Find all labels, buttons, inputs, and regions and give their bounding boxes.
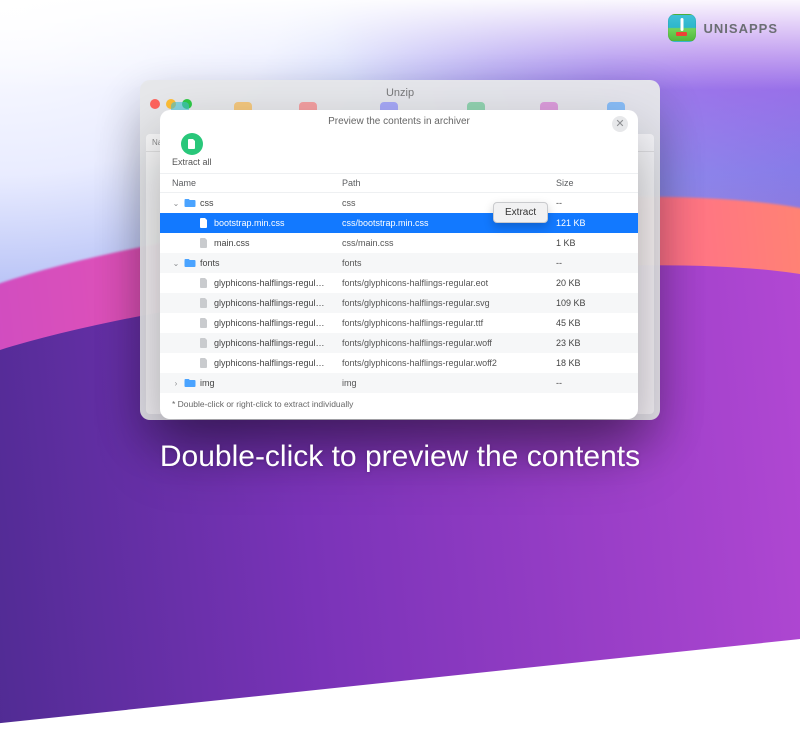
preview-dialog: Preview the contents in archiver ✕ Extra… bbox=[160, 110, 638, 419]
close-button[interactable]: ✕ bbox=[612, 116, 628, 132]
name-cell: glyphicons-halflings-regul… bbox=[172, 277, 342, 289]
file-name: main.css bbox=[214, 238, 250, 248]
chevron-down-icon[interactable]: ⌄ bbox=[172, 199, 180, 208]
file-name: bootstrap.min.css bbox=[214, 218, 285, 228]
file-size: 23 KB bbox=[556, 338, 626, 348]
brand-name: UNISAPPS bbox=[704, 21, 778, 36]
file-size: 45 KB bbox=[556, 318, 626, 328]
file-size: -- bbox=[556, 378, 626, 388]
file-name: glyphicons-halflings-regul… bbox=[214, 278, 325, 288]
file-size: 18 KB bbox=[556, 358, 626, 368]
file-name: css bbox=[200, 198, 214, 208]
folder-icon bbox=[184, 377, 196, 389]
file-name: glyphicons-halflings-regul… bbox=[214, 298, 325, 308]
file-path: fonts bbox=[342, 258, 556, 268]
file-path: fonts/glyphicons-halflings-regular.svg bbox=[342, 298, 556, 308]
dialog-title: Preview the contents in archiver ✕ bbox=[160, 110, 638, 131]
close-icon: ✕ bbox=[615, 119, 624, 130]
table-row[interactable]: glyphicons-halflings-regul… fonts/glyphic… bbox=[160, 313, 638, 333]
table-row[interactable]: glyphicons-halflings-regul… fonts/glyphic… bbox=[160, 293, 638, 313]
table-row[interactable]: bootstrap.min.csscss/bootstrap.min.css12… bbox=[160, 213, 638, 233]
file-icon bbox=[198, 297, 210, 309]
name-cell: glyphicons-halflings-regul… bbox=[172, 297, 342, 309]
name-cell: bootstrap.min.css bbox=[172, 217, 342, 229]
column-header-name[interactable]: Name bbox=[172, 178, 342, 188]
file-size: -- bbox=[556, 258, 626, 268]
file-path: img bbox=[342, 378, 556, 388]
brand: UNISAPPS bbox=[668, 14, 778, 42]
file-path: fonts/glyphicons-halflings-regular.woff2 bbox=[342, 358, 556, 368]
file-icon bbox=[198, 317, 210, 329]
name-cell: › img bbox=[172, 377, 342, 389]
name-cell: main.css bbox=[172, 237, 342, 249]
file-name: glyphicons-halflings-regul… bbox=[214, 358, 325, 368]
file-size: -- bbox=[556, 198, 626, 208]
name-cell: glyphicons-halflings-regul… bbox=[172, 357, 342, 369]
footer-note: * Double-click or right-click to extract… bbox=[160, 393, 638, 419]
table-row[interactable]: ›imgimg-- bbox=[160, 373, 638, 393]
file-icon bbox=[198, 217, 210, 229]
table-row[interactable]: ⌄fontsfonts-- bbox=[160, 253, 638, 273]
dialog-toolbar: Extract all bbox=[160, 131, 638, 173]
file-path: fonts/glyphicons-halflings-regular.eot bbox=[342, 278, 556, 288]
file-icon bbox=[198, 277, 210, 289]
chevron-down-icon[interactable]: ⌄ bbox=[172, 259, 180, 268]
context-menu[interactable]: Extract bbox=[493, 202, 548, 223]
file-path: css/main.css bbox=[342, 238, 556, 248]
folder-icon bbox=[184, 257, 196, 269]
file-icon bbox=[198, 357, 210, 369]
file-path: fonts/glyphicons-halflings-regular.woff bbox=[342, 338, 556, 348]
table-row[interactable]: glyphicons-halflings-regul… fonts/glyphic… bbox=[160, 333, 638, 353]
name-cell: glyphicons-halflings-regul… bbox=[172, 317, 342, 329]
file-out-icon bbox=[186, 138, 198, 150]
file-size: 109 KB bbox=[556, 298, 626, 308]
file-size: 20 KB bbox=[556, 278, 626, 288]
extract-all-label: Extract all bbox=[172, 157, 212, 167]
file-name: fonts bbox=[200, 258, 220, 268]
name-cell: ⌄ css bbox=[172, 197, 342, 209]
folder-icon bbox=[184, 197, 196, 209]
window-title: Unzip bbox=[140, 87, 660, 99]
column-header-path[interactable]: Path bbox=[342, 178, 556, 188]
file-path: fonts/glyphicons-halflings-regular.ttf bbox=[342, 318, 556, 328]
context-menu-item-extract[interactable]: Extract bbox=[505, 207, 536, 218]
file-size: 1 KB bbox=[556, 238, 626, 248]
file-name: glyphicons-halflings-regul… bbox=[214, 338, 325, 348]
name-cell: glyphicons-halflings-regul… bbox=[172, 337, 342, 349]
tagline: Double-click to preview the contents bbox=[0, 440, 800, 474]
column-header-size[interactable]: Size bbox=[556, 178, 626, 188]
chevron-right-icon[interactable]: › bbox=[172, 379, 180, 388]
file-name: glyphicons-halflings-regul… bbox=[214, 318, 325, 328]
brand-logo-icon bbox=[668, 14, 696, 42]
table-row[interactable]: main.css css/main.css1 KB bbox=[160, 233, 638, 253]
table-header: Name Path Size bbox=[160, 173, 638, 193]
dialog-title-text: Preview the contents in archiver bbox=[328, 116, 470, 127]
table-row[interactable]: glyphicons-halflings-regul… fonts/glyphic… bbox=[160, 273, 638, 293]
table-row[interactable]: ⌄ csscss -- bbox=[160, 193, 638, 213]
table-row[interactable]: glyphicons-halflings-regul… fonts/glyphic… bbox=[160, 353, 638, 373]
extract-all-button[interactable] bbox=[181, 133, 203, 155]
name-cell: ⌄ fonts bbox=[172, 257, 342, 269]
table-body: ⌄csscss--bootstrap.min.csscss/bootstrap.… bbox=[160, 193, 638, 393]
file-size: 121 KB bbox=[556, 218, 626, 228]
file-icon bbox=[198, 237, 210, 249]
file-icon bbox=[198, 337, 210, 349]
file-name: img bbox=[200, 378, 215, 388]
